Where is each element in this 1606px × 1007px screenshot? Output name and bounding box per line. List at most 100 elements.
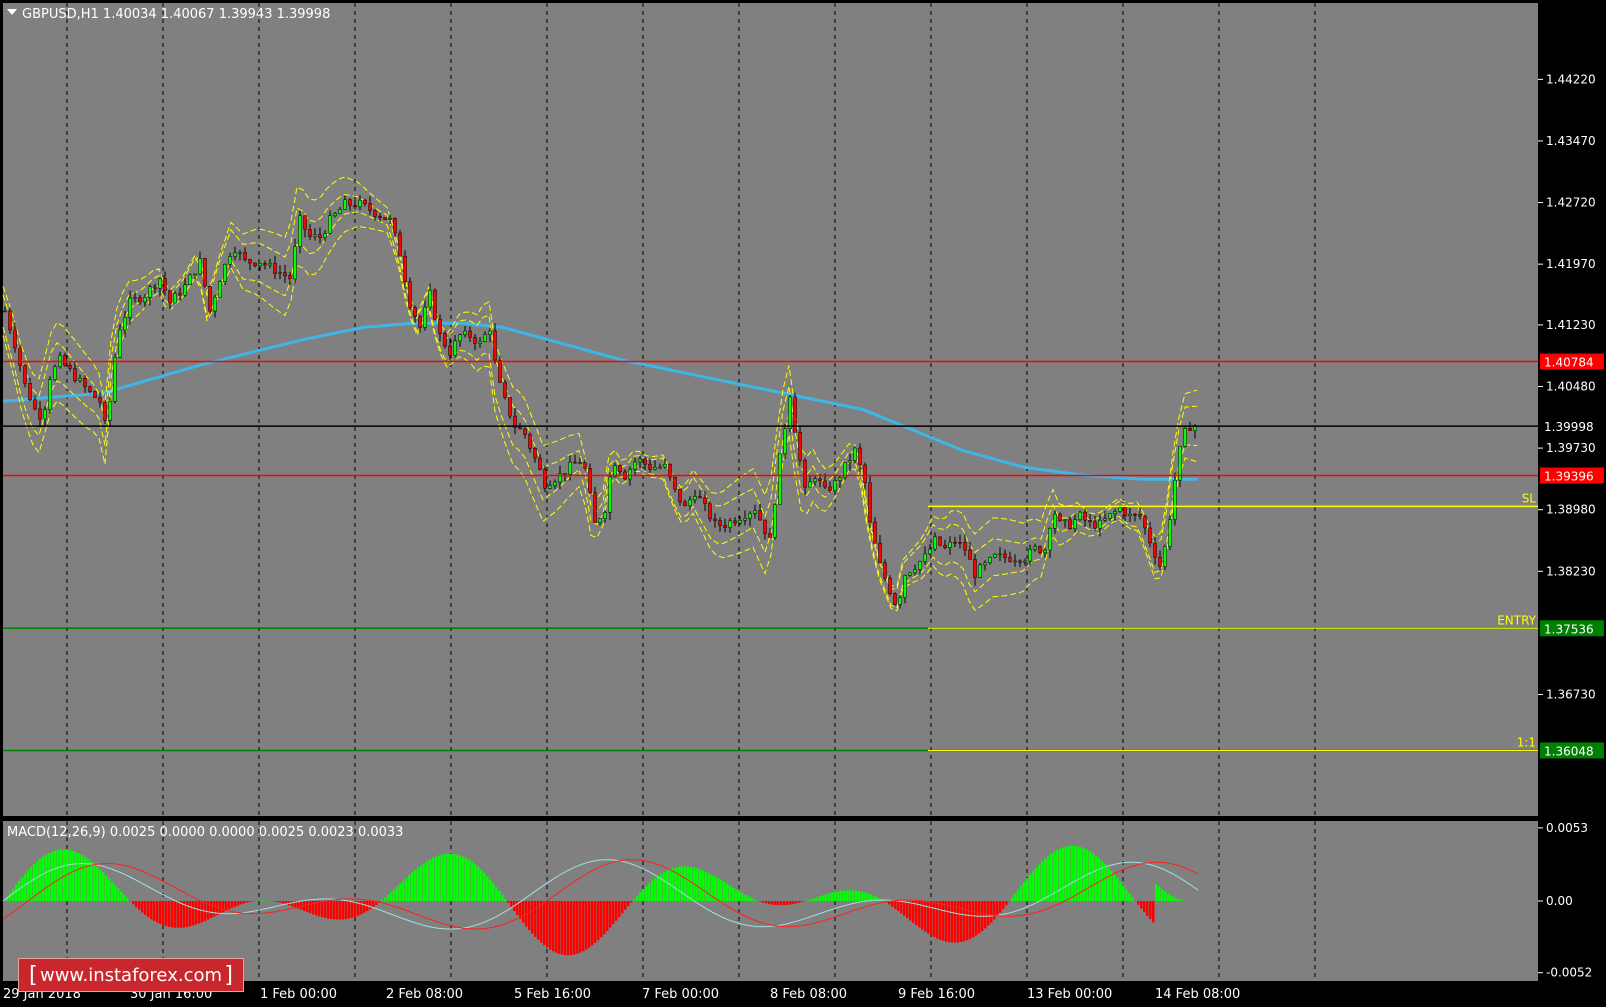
candle-body (403, 255, 407, 283)
macd-bar (210, 901, 213, 919)
badge-open-bracket: [ (29, 962, 38, 988)
macd-bar (576, 901, 579, 954)
macd-bar (405, 877, 408, 901)
macd-bar (504, 898, 507, 901)
macd-bar (594, 901, 597, 943)
main-plot-area[interactable] (3, 3, 1538, 816)
candle-body (493, 330, 497, 361)
candle-body (918, 561, 922, 570)
candle-body (123, 317, 127, 331)
macd-bar (759, 901, 762, 902)
candle-body (373, 210, 377, 217)
candle-body (103, 401, 107, 421)
macd-bar (243, 901, 246, 904)
candle-body (253, 262, 257, 267)
macd-bar (1152, 901, 1155, 923)
macd-bar (348, 901, 351, 919)
macd-bar (231, 901, 234, 908)
candle-body (63, 355, 67, 366)
candle-body (758, 510, 762, 521)
macd-bar (399, 883, 402, 901)
level-tag: 1:1 (1517, 735, 1536, 749)
macd-bar (450, 853, 453, 901)
macd-bar (132, 901, 135, 905)
macd-bar (498, 890, 501, 901)
macd-bar (342, 901, 345, 920)
candle-body (418, 316, 422, 328)
candle-body (848, 460, 852, 463)
macd-bar (1170, 895, 1173, 901)
candle-body (943, 544, 947, 549)
macd-bar (789, 901, 792, 905)
macd-bar (534, 901, 537, 937)
candle-body (318, 234, 322, 238)
candle-body (908, 572, 912, 576)
candle-body (1083, 511, 1087, 521)
macd-bar (747, 896, 750, 901)
candle-body (178, 293, 182, 296)
candle-body (153, 286, 157, 289)
candle-body (508, 397, 512, 417)
macd-bar (420, 865, 423, 901)
macd-bar (1014, 893, 1017, 901)
candle-body (738, 520, 742, 524)
level-price-label: 1.40784 (1544, 356, 1594, 370)
candle-body (468, 330, 472, 338)
macd-bar (99, 869, 102, 901)
x-tick-label: 9 Feb 16:00 (898, 987, 975, 1002)
macd-bar (432, 857, 435, 901)
candle-body (1103, 518, 1107, 521)
macd-bar (1158, 886, 1161, 901)
macd-bar (657, 875, 660, 901)
macd-bar (1035, 867, 1038, 901)
macd-bar (1047, 856, 1050, 901)
candle-body (1023, 560, 1027, 563)
candle-body (1148, 527, 1152, 544)
candle-body (1168, 519, 1172, 547)
candle-body (18, 347, 22, 366)
macd-bar (1104, 864, 1107, 901)
macd-bar (489, 879, 492, 901)
macd-bar (651, 880, 654, 901)
macd-bar (969, 901, 972, 939)
candle-body (53, 366, 57, 380)
macd-bar (897, 901, 900, 912)
macd-bar (801, 901, 804, 902)
macd-bar (462, 856, 465, 901)
candle-body (43, 409, 47, 420)
x-tick-label: 7 Feb 00:00 (642, 987, 719, 1002)
macd-bar (1167, 893, 1170, 901)
macd-bar (771, 901, 774, 905)
macd-bar (579, 901, 582, 953)
candle-body (1003, 553, 1007, 558)
candle-body (988, 557, 992, 563)
x-tick-label: 5 Feb 16:00 (514, 987, 591, 1002)
macd-bar (645, 886, 648, 901)
candle-body (548, 485, 552, 489)
candle-body (68, 364, 72, 369)
macd-bar (864, 892, 867, 901)
macd-bar (1149, 901, 1152, 920)
macd-bar (240, 901, 243, 905)
macd-bar (567, 901, 570, 956)
macd-bar (177, 901, 180, 928)
macd-bar (1107, 867, 1110, 901)
candle-body (353, 205, 357, 208)
macd-bar (792, 901, 795, 905)
watermark-badge[interactable]: [ www.instaforex.com ] (18, 958, 244, 992)
candle-body (1153, 542, 1157, 558)
macd-bar (738, 891, 741, 901)
macd-bar (426, 861, 429, 901)
macd-bar (702, 870, 705, 901)
candle-body (873, 521, 877, 544)
macd-bar (708, 873, 711, 901)
candle-body (888, 577, 892, 594)
macd-bar (1083, 848, 1086, 901)
macd-bar (111, 882, 114, 901)
macd-bar (600, 901, 603, 938)
level-tag: ENTRY (1497, 613, 1536, 627)
candle-body (93, 391, 97, 398)
macd-bar (279, 901, 282, 903)
candle-body (543, 469, 547, 489)
macd-bar (459, 855, 462, 901)
